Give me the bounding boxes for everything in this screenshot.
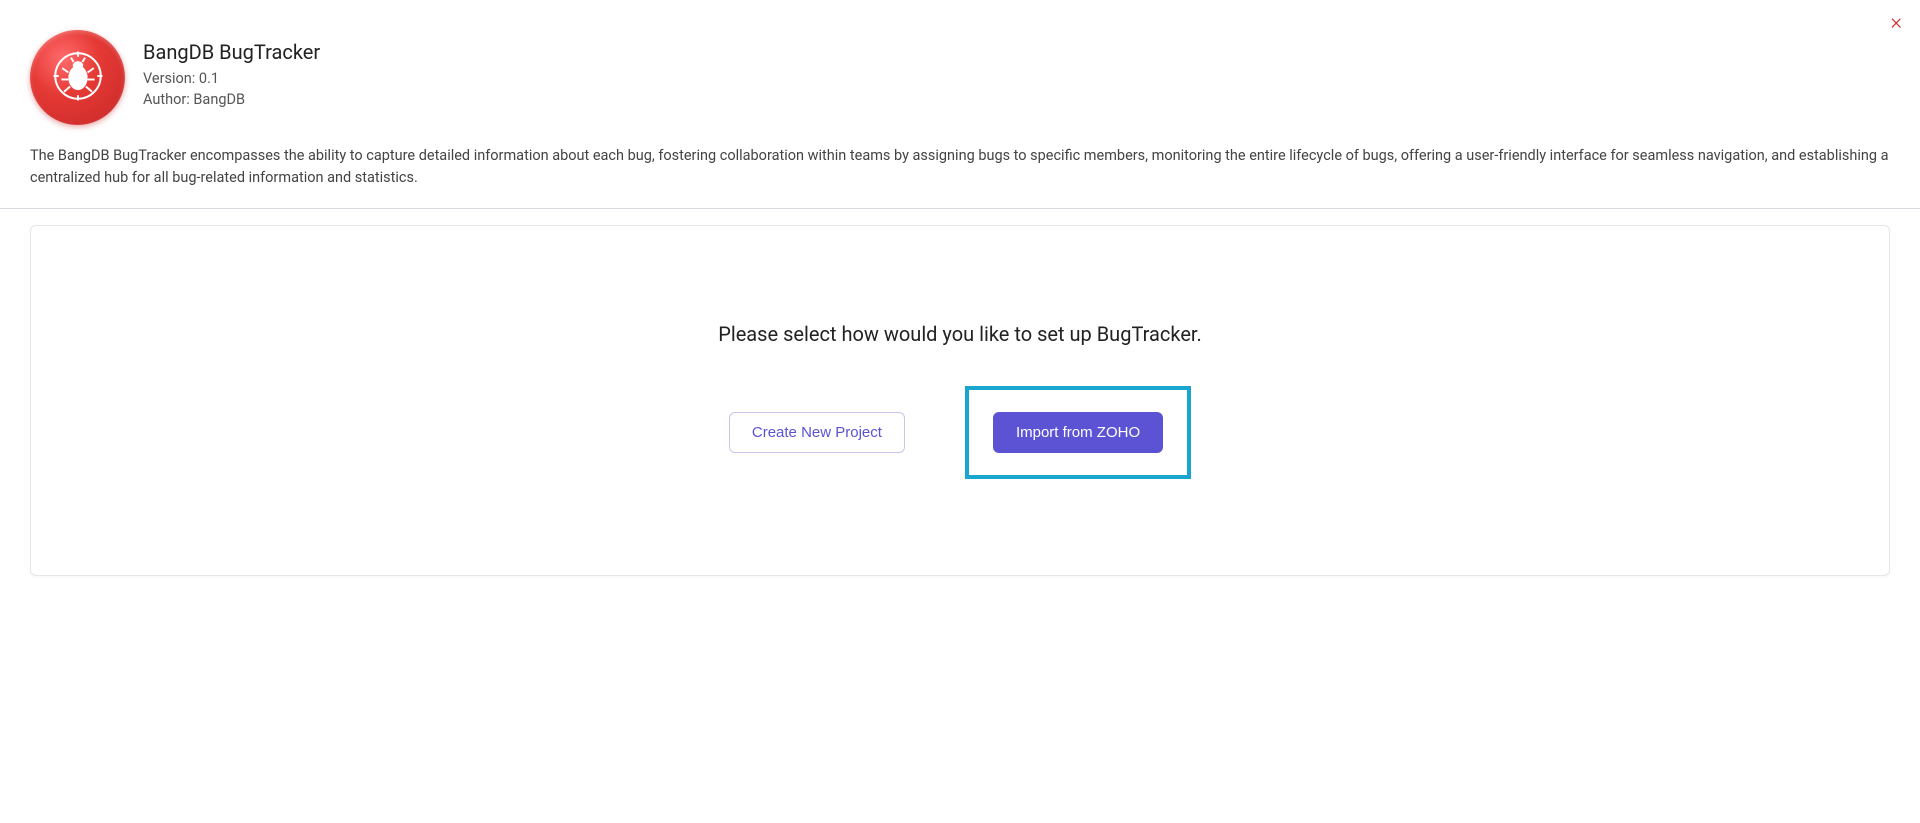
import-highlight: Import from ZOHO: [965, 386, 1191, 479]
import-from-zoho-button[interactable]: Import from ZOHO: [993, 412, 1163, 453]
setup-button-row: Create New Project Import from ZOHO: [71, 386, 1849, 479]
app-header: BangDB BugTracker Version: 0.1 Author: B…: [0, 0, 1920, 125]
app-meta: BangDB BugTracker Version: 0.1 Author: B…: [143, 30, 320, 112]
close-icon: ×: [1890, 10, 1902, 35]
setup-prompt: Please select how would you like to set …: [71, 322, 1849, 346]
app-author: Author: BangDB: [143, 91, 320, 108]
bug-icon: [50, 48, 106, 108]
close-button[interactable]: ×: [1890, 12, 1902, 34]
create-new-project-button[interactable]: Create New Project: [729, 412, 905, 453]
app-description: The BangDB BugTracker encompasses the ab…: [0, 125, 1920, 209]
app-version: Version: 0.1: [143, 70, 320, 87]
setup-card: Please select how would you like to set …: [30, 225, 1890, 576]
app-title: BangDB BugTracker: [143, 40, 320, 64]
app-logo: [30, 30, 125, 125]
